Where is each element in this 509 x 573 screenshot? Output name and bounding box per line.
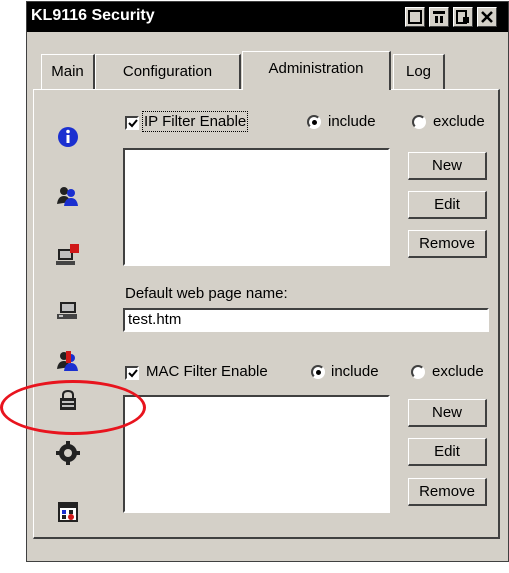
default-page-value: test.htm	[128, 311, 182, 328]
tab-administration-label: Administration	[268, 60, 364, 77]
security-window: KL9116 Security Main Configuration Admin…	[26, 1, 509, 562]
mac-exclude-label: exclude	[432, 363, 484, 380]
ip-edit-button[interactable]: Edit	[408, 191, 487, 219]
default-page-input[interactable]: test.htm	[123, 308, 489, 332]
ip-exclude-label: exclude	[433, 113, 485, 130]
ip-include-label: include	[328, 113, 376, 130]
mac-exclude-radio[interactable]	[411, 365, 425, 379]
mac-edit-button[interactable]: Edit	[408, 438, 487, 466]
checkmark-icon	[128, 119, 138, 128]
tab-bar: Main Configuration Administration Log	[27, 51, 508, 90]
default-page-label: Default web page name:	[125, 285, 288, 302]
maximize-button[interactable]	[405, 7, 425, 27]
export-icon	[456, 10, 469, 24]
ip-filter-list[interactable]	[123, 148, 390, 266]
mac-include-label: include	[331, 363, 379, 380]
ip-exclude-radio[interactable]	[412, 115, 426, 129]
users-icon[interactable]	[56, 184, 80, 208]
gear-icon[interactable]	[56, 441, 80, 465]
radio-selected-dot	[312, 120, 317, 125]
ip-filter-checkbox[interactable]	[125, 116, 139, 130]
checkmark-icon	[128, 369, 138, 378]
maximize-icon	[408, 10, 422, 24]
computer-alert-icon[interactable]	[56, 243, 80, 267]
mac-new-button[interactable]: New	[408, 399, 487, 427]
tab-log[interactable]: Log	[393, 54, 445, 89]
mac-remove-button[interactable]: Remove	[408, 478, 487, 506]
close-button[interactable]	[477, 7, 497, 27]
close-icon	[481, 11, 493, 23]
computer-icon[interactable]	[56, 298, 80, 322]
mac-remove-label: Remove	[419, 483, 475, 500]
tab-configuration[interactable]: Configuration	[95, 54, 241, 89]
pin-icon	[433, 11, 445, 23]
window-title: KL9116 Security	[31, 7, 155, 24]
ip-new-label: New	[431, 157, 462, 174]
mac-filter-label: MAC Filter Enable	[146, 363, 268, 380]
tab-main-label: Main	[51, 63, 84, 80]
title-bar: KL9116 Security	[27, 2, 508, 32]
user-alert-icon[interactable]	[56, 349, 80, 373]
ip-remove-label: Remove	[419, 235, 475, 252]
ip-new-button[interactable]: New	[408, 152, 487, 180]
tab-log-label: Log	[405, 63, 432, 80]
calendar-icon[interactable]	[56, 500, 80, 524]
administration-panel: IP Filter Enable include exclude New Edi…	[33, 89, 500, 539]
tab-main[interactable]: Main	[41, 54, 95, 89]
mac-include-radio[interactable]	[311, 365, 325, 379]
highlight-ellipse	[0, 380, 146, 435]
tab-configuration-label: Configuration	[122, 63, 213, 80]
mac-edit-label: Edit	[434, 443, 460, 460]
info-icon[interactable]	[56, 125, 80, 149]
ip-remove-button[interactable]: Remove	[408, 230, 487, 258]
pin-button[interactable]	[429, 7, 449, 27]
ip-edit-label: Edit	[434, 196, 460, 213]
tab-administration[interactable]: Administration	[242, 51, 391, 90]
ip-filter-label: IP Filter Enable	[141, 111, 249, 132]
ip-include-radio[interactable]	[307, 115, 321, 129]
mac-filter-checkbox[interactable]	[125, 366, 139, 380]
mac-new-label: New	[431, 404, 462, 421]
export-button[interactable]	[453, 7, 473, 27]
mac-filter-list[interactable]	[123, 395, 390, 513]
radio-selected-dot	[316, 370, 321, 375]
